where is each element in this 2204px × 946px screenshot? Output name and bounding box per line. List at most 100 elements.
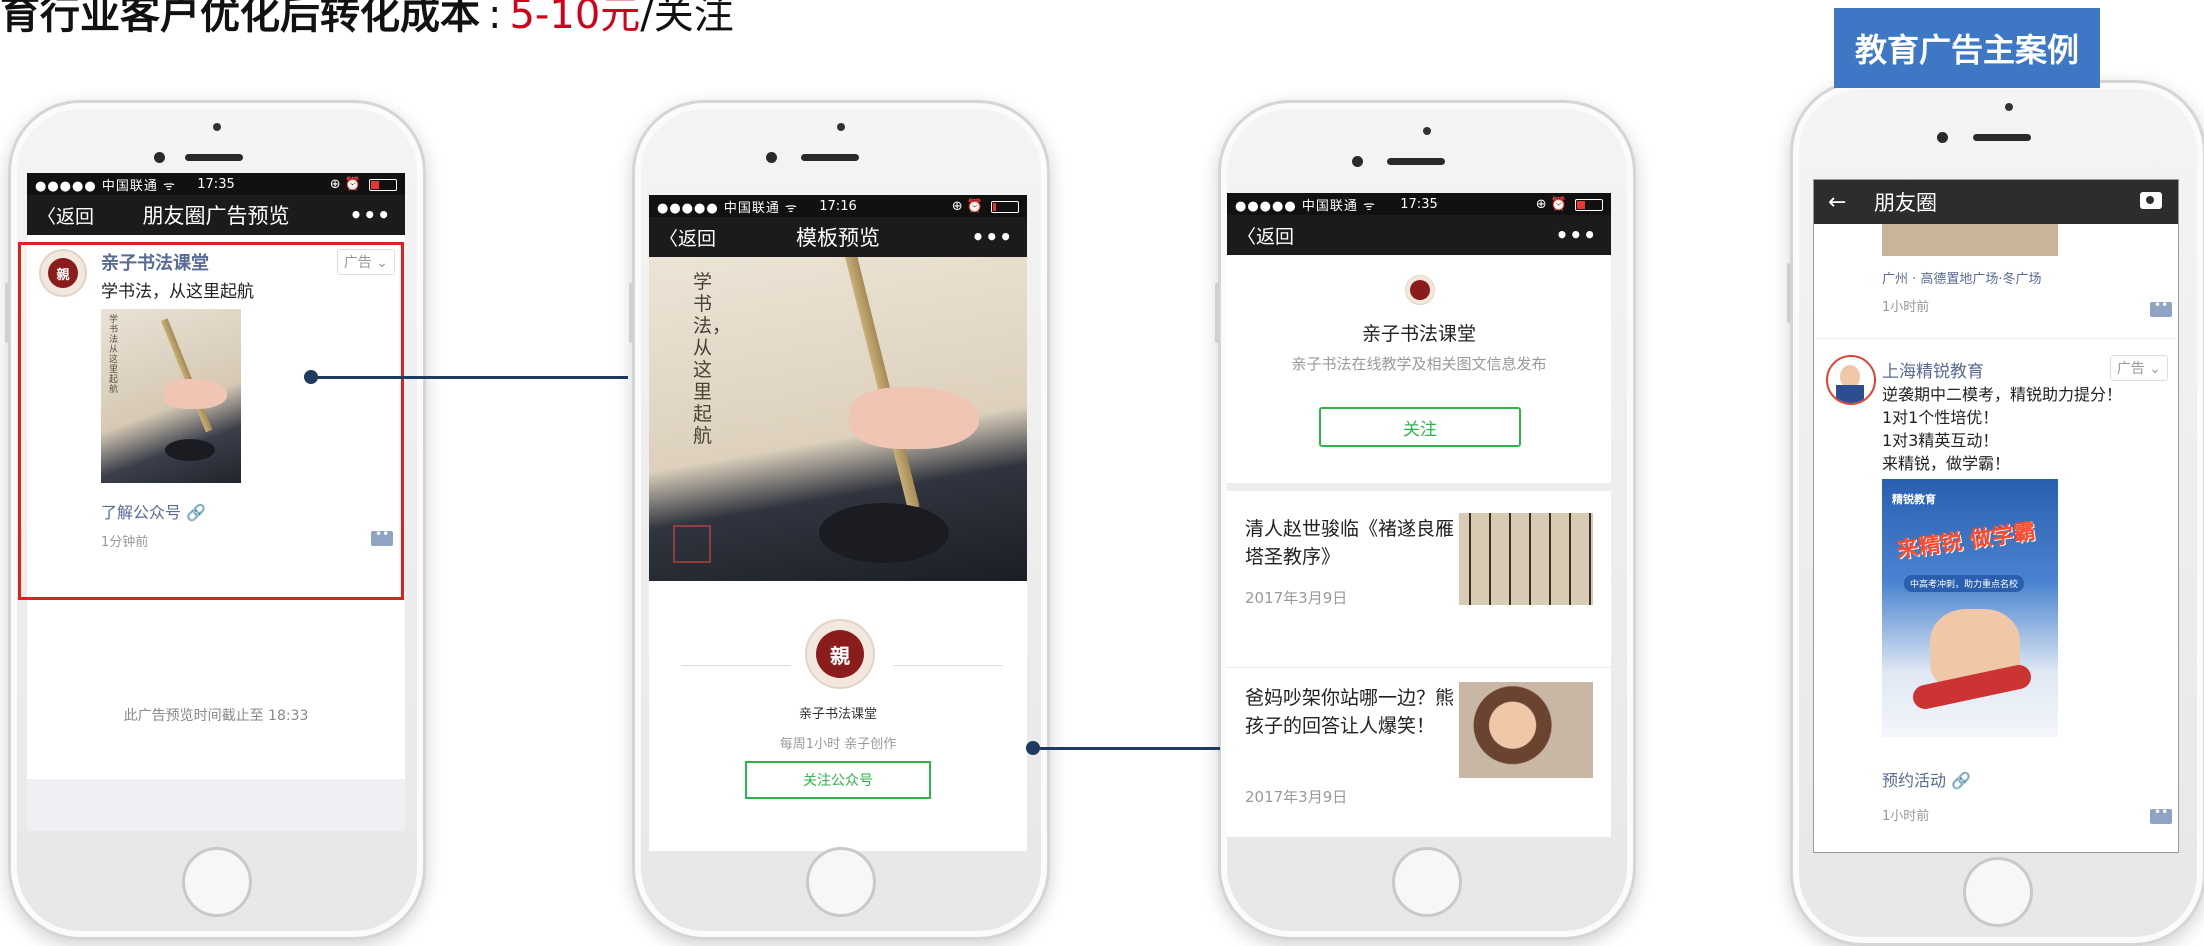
- back-button[interactable]: 〈返回: [1237, 222, 1294, 249]
- page-headline: 育行业客户优化后转化成本:5-10元/关注: [0, 0, 734, 38]
- poster-title: 来精锐 做学霸: [1895, 519, 2038, 564]
- post-line: 逆袭期中二模考，精锐助力提分！: [1882, 385, 2123, 404]
- case-badge: 教育广告主案例: [1834, 8, 2100, 88]
- front-camera: [2005, 103, 2013, 111]
- status-bar: ●●●●● 中国联通 ᯤ 17:35 ⊕ ⏰: [1227, 193, 1611, 215]
- phone3-screen: ●●●●● 中国联通 ᯤ 17:35 ⊕ ⏰ 〈返回 ••• 亲子书法课堂 亲子…: [1227, 193, 1611, 837]
- poster-subtitle: 中高考冲刺，助力重点名校: [1904, 575, 2025, 592]
- ad-tag-dropdown[interactable]: 广告 ⌄: [2109, 355, 2168, 381]
- seal-stamp: [673, 525, 711, 563]
- brand-avatar[interactable]: [1826, 355, 1876, 405]
- comment-icon[interactable]: [2150, 805, 2172, 824]
- poster-logo: 精锐教育: [1892, 493, 1936, 506]
- ad-highlight-box: [18, 242, 404, 600]
- prev-post-location[interactable]: 广州 · 高德置地广场·冬广场: [1882, 268, 2042, 287]
- volume-button: [629, 283, 633, 343]
- account-subtitle: 每周1小时 亲子创作: [779, 737, 897, 752]
- volume-button: [1215, 283, 1219, 343]
- nav-title: 朋友圈: [1874, 191, 1937, 215]
- nav-title: 模板预览: [796, 226, 880, 250]
- hero-image: 学书法，从这里起航: [649, 257, 1027, 581]
- home-button[interactable]: [1963, 857, 2033, 927]
- post-text-block: 逆袭期中二模考，精锐助力提分！ 1对1个性培优！ 1对3精英互动！ 来精锐，做学…: [1882, 383, 2122, 475]
- article-item[interactable]: 清人赵世骏临《褚遂良雁塔圣教序》 2017年3月9日: [1227, 491, 1611, 629]
- nav-bar: ← 朋友圈: [1814, 180, 2178, 224]
- follow-account-button[interactable]: 关注公众号: [745, 761, 931, 799]
- home-button[interactable]: [182, 847, 252, 917]
- nav-bar: 〈返回 模板预览 •••: [649, 217, 1027, 257]
- nav-bar: 〈返回 •••: [1227, 215, 1611, 255]
- phone4-screen: ← 朋友圈 广州 · 高德置地广场·冬广场 1小时前 上海精锐教育 广告 ⌄ 逆…: [1813, 179, 2179, 853]
- more-icon[interactable]: •••: [972, 225, 1013, 249]
- status-icons: ⊕ ⏰: [951, 198, 983, 214]
- volume-button: [5, 283, 9, 343]
- battery-icon: [369, 179, 397, 191]
- back-arrow-icon[interactable]: ←: [1828, 190, 1846, 215]
- headline-unit: /关注: [640, 0, 734, 38]
- account-name: 亲子书法课堂: [798, 707, 877, 722]
- account-avatar: [1405, 275, 1435, 305]
- hand-graphic: [849, 387, 979, 449]
- post-line: 1对1个性培优！: [1882, 408, 1999, 427]
- earpiece-speaker: [801, 154, 859, 161]
- follow-button[interactable]: 关注: [1319, 407, 1521, 447]
- ad-poster-image[interactable]: 精锐教育 来精锐 做学霸 中高考冲刺，助力重点名校: [1882, 479, 2058, 737]
- comment-icon[interactable]: [2150, 298, 2172, 317]
- proximity-sensor: [154, 152, 165, 163]
- phone2-screen: ●●●●● 中国联通 ᯤ 17:16 ⊕ ⏰ 〈返回 模板预览 ••• 学书法，…: [649, 195, 1027, 851]
- article-item[interactable]: 爸妈吵架你站哪一边？熊孩子的回答让人爆笑！ 2017年3月9日: [1227, 667, 1611, 837]
- earpiece-speaker: [1387, 158, 1445, 165]
- status-icons: ⊕ ⏰: [329, 176, 361, 192]
- preview-expiry-note: 此广告预览时间截止至 18:33: [123, 708, 309, 724]
- more-icon[interactable]: •••: [350, 203, 391, 227]
- article-date: 2017年3月9日: [1245, 589, 1348, 607]
- earpiece-speaker: [185, 154, 243, 161]
- proximity-sensor: [1352, 156, 1363, 167]
- post-line: 1对3精英互动！: [1882, 431, 1999, 450]
- phone-frame-4: ← 朋友圈 广州 · 高德置地广场·冬广场 1小时前 上海精锐教育 广告 ⌄ 逆…: [1787, 80, 2204, 946]
- moments-ad-post: 上海精锐教育 广告 ⌄ 逆袭期中二模考，精锐助力提分！ 1对1个性培优！ 1对3…: [1814, 338, 2178, 852]
- volume-button: [1787, 263, 1791, 323]
- article-title: 清人赵世骏临《褚遂良雁塔圣教序》: [1245, 518, 1455, 568]
- prev-post-image-edge: [1882, 224, 2058, 256]
- article-title: 爸妈吵架你站哪一边？熊孩子的回答让人爆笑！: [1245, 687, 1455, 737]
- brush-graphic: [845, 257, 920, 510]
- avatar-glyph: 親: [816, 630, 864, 678]
- post-author-name[interactable]: 上海精锐教育: [1882, 357, 1984, 382]
- phone-frame-3: ●●●●● 中国联通 ᯤ 17:35 ⊕ ⏰ 〈返回 ••• 亲子书法课堂 亲子…: [1215, 100, 1636, 940]
- connector-line-1: [312, 376, 628, 379]
- divider-right: [893, 665, 1003, 666]
- account-name: 亲子书法课堂: [1361, 323, 1476, 345]
- connector-line-2: [1034, 747, 1220, 750]
- battery-icon: [1575, 199, 1603, 211]
- nav-title: 朋友圈广告预览: [142, 204, 290, 228]
- account-avatar: 親: [805, 619, 875, 689]
- front-camera: [837, 123, 845, 131]
- inkstone-graphic: [819, 503, 949, 563]
- headline-colon: :: [488, 0, 502, 38]
- status-icons: ⊕ ⏰: [1535, 196, 1567, 212]
- front-camera: [1423, 127, 1431, 135]
- more-icon[interactable]: •••: [1556, 223, 1597, 247]
- home-button[interactable]: [806, 847, 876, 917]
- status-bar: ●●●●● 中国联通 ᯤ 17:35 ⊕ ⏰: [27, 173, 405, 195]
- post-time: 1小时前: [1882, 809, 1930, 824]
- prev-post-time: 1小时前: [1882, 300, 1930, 315]
- proximity-sensor: [1937, 132, 1948, 143]
- screen-bottom-bar: [27, 779, 405, 831]
- headline-price: 5-10元: [509, 0, 641, 38]
- status-bar: ●●●●● 中国联通 ᯤ 17:16 ⊕ ⏰: [649, 195, 1027, 217]
- hero-vertical-text: 学书法，从这里起航: [693, 271, 732, 447]
- book-activity-link[interactable]: 预约活动 🔗: [1882, 767, 1971, 791]
- article-thumbnail: [1459, 513, 1593, 605]
- camera-icon[interactable]: [2140, 192, 2162, 209]
- home-button[interactable]: [1392, 847, 1462, 917]
- proximity-sensor: [766, 152, 777, 163]
- article-thumbnail: [1459, 682, 1593, 778]
- headline-text: 育行业客户优化后转化成本: [0, 0, 480, 38]
- post-line: 来精锐，做学霸！: [1882, 454, 2011, 473]
- article-date: 2017年3月9日: [1245, 788, 1348, 806]
- phone-frame-2: ●●●●● 中国联通 ᯤ 17:16 ⊕ ⏰ 〈返回 模板预览 ••• 学书法，…: [629, 100, 1050, 940]
- nav-bar: 〈返回 朋友圈广告预览 •••: [27, 195, 405, 235]
- section-gap: [1227, 483, 1611, 491]
